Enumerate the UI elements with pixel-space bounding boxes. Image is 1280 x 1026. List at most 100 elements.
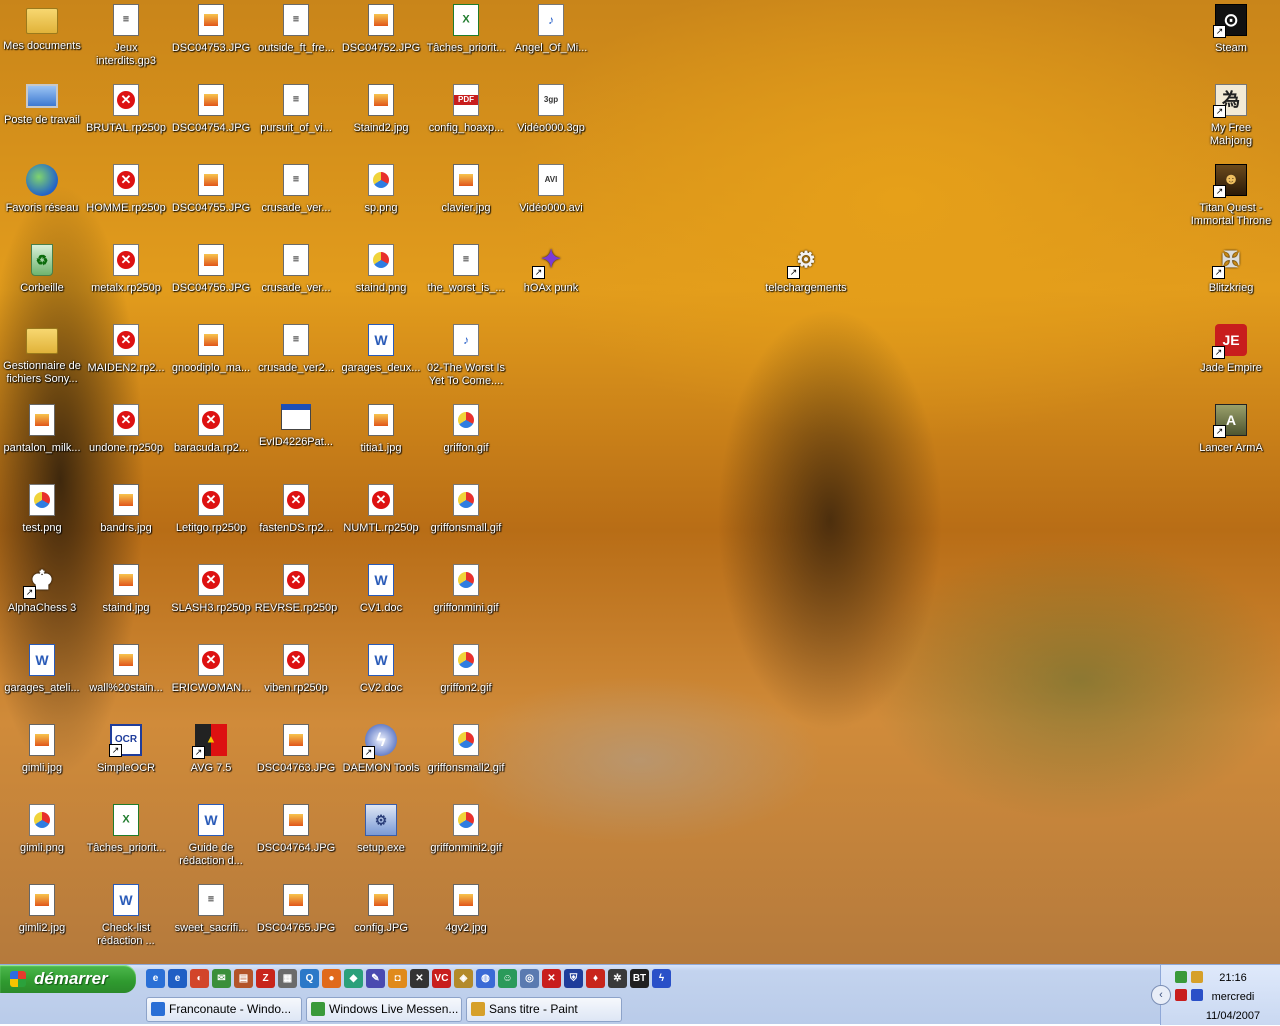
bt-icon[interactable]: BT [630, 969, 649, 988]
desktop-icon-t-ches-priorit[interactable]: X Tâches_priorit... [424, 4, 508, 55]
desktop-icon-vid-o000-avi[interactable]: AVI Vidéo000.avi [509, 164, 593, 215]
desktop-icon-sweet-sacrifi[interactable]: ≡ sweet_sacrifi... [169, 884, 253, 935]
desktop-icon-griffonmini-gif[interactable]: griffonmini.gif [424, 564, 508, 615]
desktop-icon-02-the-worst-is-yet-to-come[interactable]: ♪ 02-The Worst Is Yet To Come.... [424, 324, 508, 388]
desktop-icon-letitgo-rp250p[interactable]: ✕ Letitgo.rp250p [169, 484, 253, 535]
desktop-icon-favoris-r-seau[interactable]: Favoris réseau [0, 164, 84, 215]
desktop-icon-guide-de-r-daction-d[interactable]: W Guide de rédaction d... [169, 804, 253, 868]
desktop-icon-numtl-rp250p[interactable]: ✕ NUMTL.rp250p [339, 484, 423, 535]
archive-icon[interactable]: ▤ [234, 969, 253, 988]
desktop-icon-check-list-r-daction[interactable]: W Check-list rédaction ... [84, 884, 168, 948]
desktop-icon-gimli-png[interactable]: gimli.png [0, 804, 84, 855]
desktop-icon-titan-quest-immortal-throne[interactable]: ☻ Titan Quest - Immortal Throne [1189, 164, 1273, 228]
pen-icon[interactable]: ✎ [366, 969, 385, 988]
desktop-icon-slash3-rp250p[interactable]: ✕ SLASH3.rp250p [169, 564, 253, 615]
desktop-icon-dsc04763-jpg[interactable]: DSC04763.JPG [254, 724, 338, 775]
desktop-icon-pantalon-milk[interactable]: pantalon_milk... [0, 404, 84, 455]
desktop-icon-dsc04752-jpg[interactable]: DSC04752.JPG [339, 4, 423, 55]
task-button[interactable]: Windows Live Messen... [306, 997, 462, 1022]
desktop-icon-hoax-punk[interactable]: ✦ hOAx punk [509, 244, 593, 295]
filezilla-icon[interactable]: Z [256, 969, 275, 988]
desktop-icon-griffonsmall-gif[interactable]: griffonsmall.gif [424, 484, 508, 535]
bolt-icon[interactable]: ϟ [652, 969, 671, 988]
desktop-icon-mes-documents[interactable]: Mes documents [0, 4, 84, 53]
desktop-icon-wall-20stain[interactable]: wall%20stain... [84, 644, 168, 695]
desktop-icon-telechargements[interactable]: ⚙ telechargements [764, 244, 848, 295]
people-icon[interactable]: ☺ [498, 969, 517, 988]
desktop-icon-avg-7-5[interactable]: ▲ AVG 7.5 [169, 724, 253, 775]
desktop-icon-crusade-ver2[interactable]: ≡ crusade_ver2... [254, 324, 338, 375]
desktop-icon-crusade-ver[interactable]: ≡ crusade_ver... [254, 164, 338, 215]
desktop-icon-clavier-jpg[interactable]: clavier.jpg [424, 164, 508, 215]
bug-icon[interactable]: ✲ [608, 969, 627, 988]
desktop-icon-homme-rp250p[interactable]: ✕ HOMME.rp250p [84, 164, 168, 215]
desktop-icon-pursuit-of-vi[interactable]: ≡ pursuit_of_vi... [254, 84, 338, 135]
game-icon[interactable]: ♦ [586, 969, 605, 988]
desktop-icon-the-worst-is[interactable]: ≡ the_worst_is_... [424, 244, 508, 295]
desktop-icon-config-jpg[interactable]: config.JPG [339, 884, 423, 935]
real-icon[interactable]: ✕ [542, 969, 561, 988]
desktop-icon-evid4226pat[interactable]: EvID4226Pat... [254, 404, 338, 449]
tag-icon[interactable]: ◈ [454, 969, 473, 988]
desktop-icon-corbeille[interactable]: ♻ Corbeille [0, 244, 84, 295]
xmark-icon[interactable]: ✕ [410, 969, 429, 988]
orange-icon[interactable]: ◘ [388, 969, 407, 988]
ie-icon-2[interactable]: e [168, 969, 187, 988]
desktop-icon-bandrs-jpg[interactable]: bandrs.jpg [84, 484, 168, 535]
desktop-icon-gimli2-jpg[interactable]: gimli2.jpg [0, 884, 84, 935]
desktop-icon-steam[interactable]: ⊙ Steam [1189, 4, 1273, 55]
desktop-icon-gnoodiplo-ma[interactable]: gnoodiplo_ma... [169, 324, 253, 375]
desktop-icon-test-png[interactable]: test.png [0, 484, 84, 535]
desktop-icon-dsc04755-jpg[interactable]: DSC04755.JPG [169, 164, 253, 215]
desktop-icon-alphachess-3[interactable]: ♚ AlphaChess 3 [0, 564, 84, 615]
media-icon[interactable]: ◐ [190, 969, 209, 988]
desktop-icon-maiden2-rp2[interactable]: ✕ MAIDEN2.rp2... [84, 324, 168, 375]
desktop-icon-gimli-jpg[interactable]: gimli.jpg [0, 724, 84, 775]
desktop-icon-metalx-rp250p[interactable]: ✕ metalx.rp250p [84, 244, 168, 295]
desktop-icon-simpleocr[interactable]: OCR SimpleOCR [84, 724, 168, 775]
desktop-icon-t-ches-priorit[interactable]: X Tâches_priorit... [84, 804, 168, 855]
vc-icon[interactable]: VC [432, 969, 451, 988]
desktop-icon-poste-de-travail[interactable]: Poste de travail [0, 84, 84, 127]
desktop-icon-sp-png[interactable]: sp.png [339, 164, 423, 215]
desktop-icon-dsc04753-jpg[interactable]: DSC04753.JPG [169, 4, 253, 55]
desktop-icon-jeux-interdits-gp3[interactable]: ≡ Jeux interdits.gp3 [84, 4, 168, 68]
desktop-icon-gestionnaire-de-fichiers-sony[interactable]: Gestionnaire de fichiers Sony... [0, 324, 84, 386]
firefox-icon[interactable]: ● [322, 969, 341, 988]
desktop-icon-baracuda-rp2[interactable]: ✕ baracuda.rp2... [169, 404, 253, 455]
chevron-left-icon[interactable]: ‹ [1151, 985, 1171, 1005]
clock[interactable]: 21:16 mercredi 11/04/2007 [1198, 969, 1268, 1026]
desktop-icon-staind2-jpg[interactable]: Staind2.jpg [339, 84, 423, 135]
desktop-icon-griffonsmall2-gif[interactable]: griffonsmall2.gif [424, 724, 508, 775]
globe-icon[interactable]: ◍ [476, 969, 495, 988]
security-tray-icon[interactable] [1175, 989, 1187, 1001]
desktop-icon-fastends-rp2[interactable]: ✕ fastenDS.rp2... [254, 484, 338, 535]
desktop-icon-revrse-rp250p[interactable]: ✕ REVRSE.rp250p [254, 564, 338, 615]
desktop-icon-staind-jpg[interactable]: staind.jpg [84, 564, 168, 615]
desktop-icon-cv1-doc[interactable]: W CV1.doc [339, 564, 423, 615]
desktop-icon-vid-o000-3gp[interactable]: 3gp Vidéo000.3gp [509, 84, 593, 135]
desktop-icon-outside-ft-fre[interactable]: ≡ outside_ft_fre... [254, 4, 338, 55]
desktop-icon-my-free-mahjong[interactable]: 為 My Free Mahjong [1189, 84, 1273, 148]
desktop-icon-cv2-doc[interactable]: W CV2.doc [339, 644, 423, 695]
desktop-icon-angel-of-mi[interactable]: ♪ Angel_Of_Mi... [509, 4, 593, 55]
app-icon[interactable]: ◆ [344, 969, 363, 988]
desktop-icon-dsc04756-jpg[interactable]: DSC04756.JPG [169, 244, 253, 295]
desktop-icon-griffonmini2-gif[interactable]: griffonmini2.gif [424, 804, 508, 855]
ie-icon[interactable]: e [146, 969, 165, 988]
desktop-icon-garages-deux[interactable]: Wgarages_deux... [339, 324, 423, 375]
desktop-icon-viben-rp250p[interactable]: ✕ viben.rp250p [254, 644, 338, 695]
desktop-icon-ericwoman[interactable]: ✕ ERICWOMAN... [169, 644, 253, 695]
desktop-icon-brutal-rp250p[interactable]: ✕ BRUTAL.rp250p [84, 84, 168, 135]
desktop-icon-dsc04765-jpg[interactable]: DSC04765.JPG [254, 884, 338, 935]
desktop-icon-4gv2-jpg[interactable]: 4gv2.jpg [424, 884, 508, 935]
desktop-icon-garages-ateli[interactable]: Wgarages_ateli... [0, 644, 84, 695]
desktop-icon-config-hoaxp[interactable]: PDF config_hoaxp... [424, 84, 508, 135]
desktop-icon-dsc04764-jpg[interactable]: DSC04764.JPG [254, 804, 338, 855]
tool-icon[interactable]: ▦ [278, 969, 297, 988]
desktop-icon-staind-png[interactable]: staind.png [339, 244, 423, 295]
desktop-icon-griffon2-gif[interactable]: griffon2.gif [424, 644, 508, 695]
desktop-icon-dsc04754-jpg[interactable]: DSC04754.JPG [169, 84, 253, 135]
desktop-icon-griffon-gif[interactable]: griffon.gif [424, 404, 508, 455]
cd-icon[interactable]: ◎ [520, 969, 539, 988]
